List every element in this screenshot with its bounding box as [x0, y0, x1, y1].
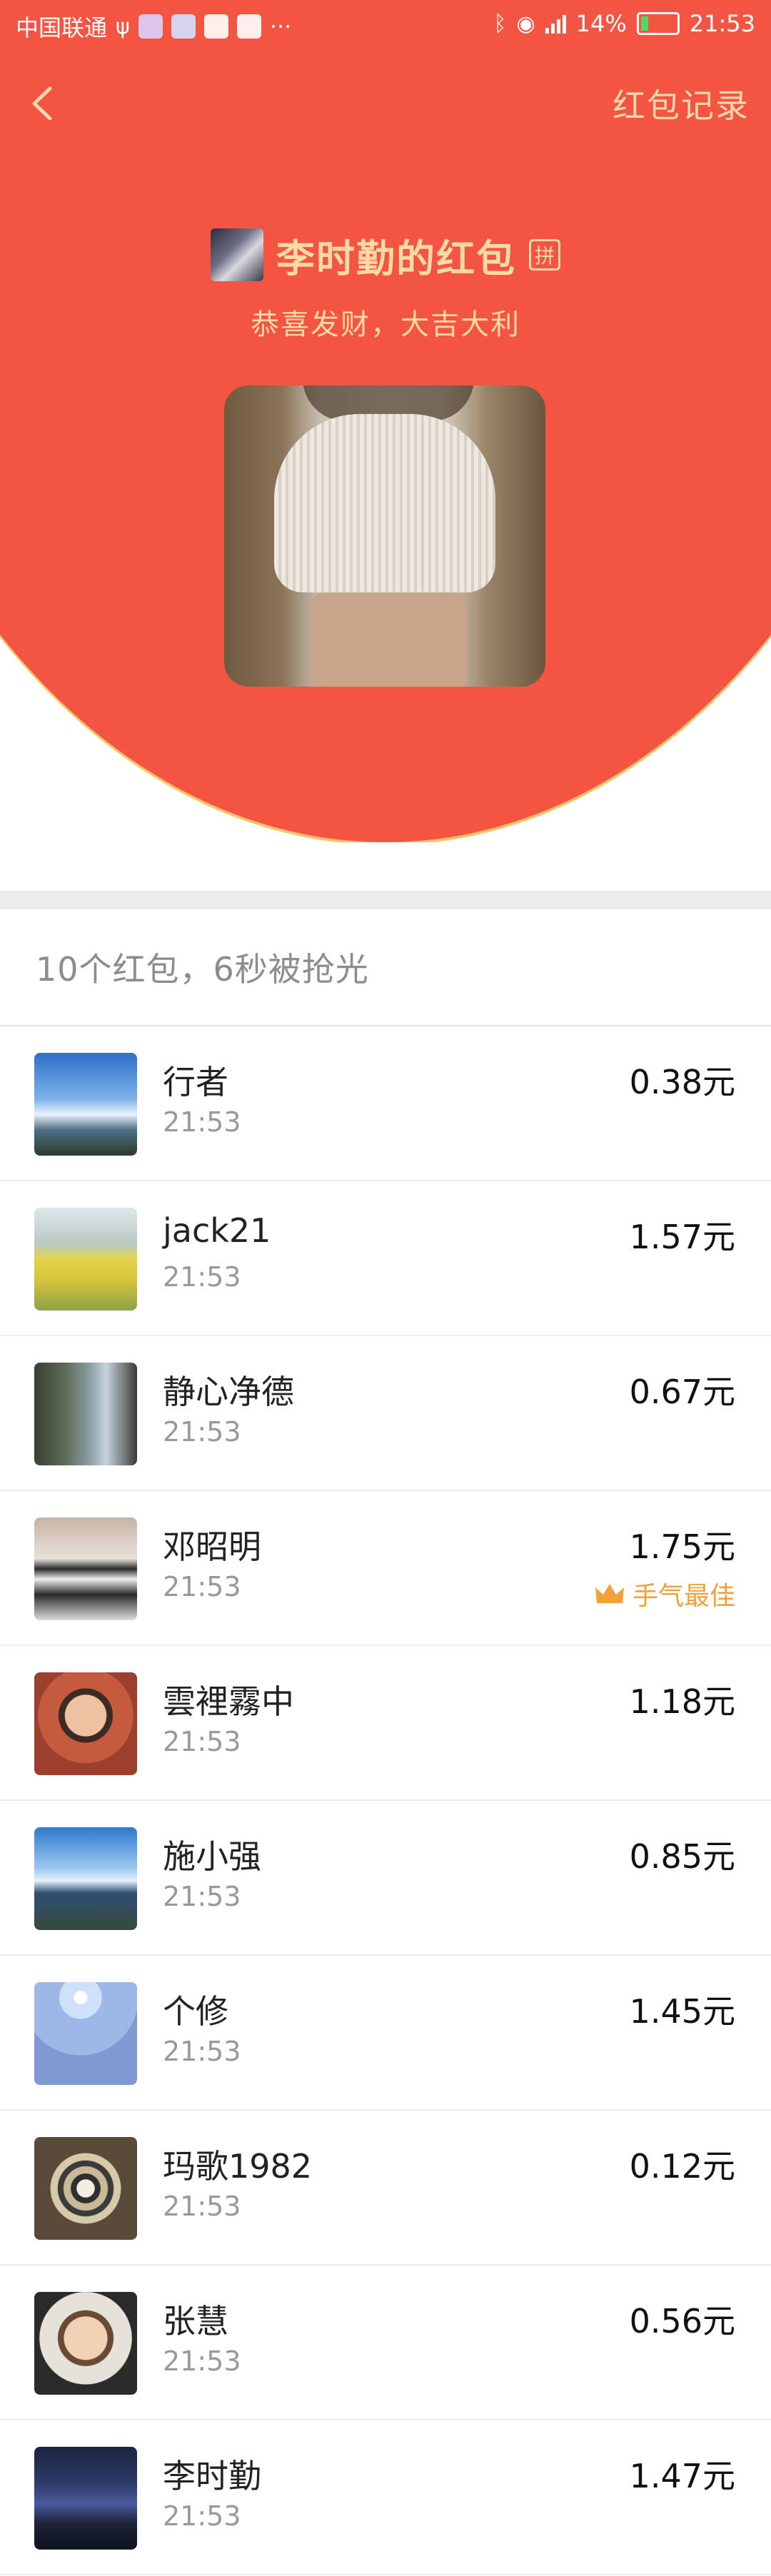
recipient-name: 李时勤 [163, 2457, 261, 2495]
avatar[interactable] [34, 1982, 137, 2085]
list-item[interactable]: jack21 21:53 1.57元 [0, 1181, 771, 1336]
red-packet-header: 中国联通 ψ ··· ᛒ ◉ 14% 21:53 红包记录 李时勤的红包 拼 恭 [0, 0, 771, 842]
list-item[interactable]: 静心净德 21:53 0.67元 [0, 1336, 771, 1491]
list-item[interactable]: 李时勤 21:53 1.47元 [0, 2420, 771, 2575]
grab-amount: 0.56元 [629, 2302, 735, 2340]
grab-amount: 1.75元 [629, 1527, 735, 1566]
usb-icon: ψ [116, 14, 130, 39]
list-item[interactable]: 玛歌1982 21:53 0.12元 [0, 2111, 771, 2266]
grab-time: 21:53 [163, 1881, 241, 1912]
more-notifications-icon: ··· [269, 13, 292, 40]
recipient-name: jack21 [163, 1211, 271, 1250]
list-item[interactable]: 张慧 21:53 0.56元 [0, 2266, 771, 2420]
grab-amount: 0.12元 [629, 2147, 735, 2186]
row-divider [0, 2574, 771, 2575]
grab-time: 21:53 [163, 2345, 241, 2377]
grab-time: 21:53 [163, 2036, 241, 2067]
battery-icon [636, 12, 680, 35]
carrier-label: 中国联通 [16, 14, 108, 41]
recipient-name: 雲裡霧中 [163, 1682, 294, 1721]
avatar[interactable] [34, 1208, 137, 1310]
red-packet-records-button[interactable]: 红包记录 [613, 80, 750, 127]
eye-comfort-icon: ◉ [516, 11, 535, 36]
sender-name: 李时勤的红包 [276, 236, 516, 281]
grab-amount: 0.85元 [629, 1837, 735, 1876]
grab-time: 21:53 [163, 2191, 241, 2222]
status-bar: 中国联通 ψ ··· ᛒ ◉ 14% 21:53 [0, 0, 771, 54]
list-item[interactable]: 邓昭明 21:53 1.75元 手气最佳 [0, 1491, 771, 1646]
chat-notification-icon [203, 14, 228, 39]
packet-summary: 10个红包，6秒被抢光 [36, 950, 369, 989]
browser-notification-icon [171, 14, 196, 39]
avatar[interactable] [34, 1827, 137, 1930]
avatar[interactable] [34, 1053, 137, 1156]
avatar[interactable] [34, 1363, 137, 1465]
avatar[interactable] [34, 2137, 137, 2240]
grab-amount: 1.18元 [629, 1682, 735, 1721]
best-luck-label: 手气最佳 [632, 1582, 735, 1611]
grab-amount: 0.38元 [629, 1063, 735, 1101]
red-packet-cover-image[interactable] [224, 385, 545, 687]
grab-time: 21:53 [163, 1571, 241, 1602]
signal-icon [545, 14, 566, 34]
sender-avatar[interactable] [211, 228, 263, 281]
grab-amount: 1.57元 [629, 1218, 735, 1256]
clock: 21:53 [689, 10, 755, 37]
recipient-name: 邓昭明 [163, 1527, 261, 1566]
recipient-name: 静心净德 [163, 1373, 294, 1411]
group-pin-badge: 拼 [529, 239, 560, 271]
status-left: 中国联通 ψ ··· [16, 10, 291, 43]
crown-icon [595, 1584, 624, 1603]
wish-message: 恭喜发财，大吉大利 [251, 308, 520, 341]
list-item[interactable]: 施小强 21:53 0.85元 [0, 1801, 771, 1956]
avatar[interactable] [34, 1672, 137, 1775]
recipient-name: 张慧 [163, 2302, 228, 2340]
grab-amount: 1.45元 [629, 1992, 735, 2031]
back-button[interactable] [21, 79, 64, 128]
grab-time: 21:53 [163, 1261, 241, 1293]
recipient-name: 玛歌1982 [163, 2147, 313, 2186]
battery-percent: 14% [575, 10, 627, 37]
bluetooth-icon: ᛒ [493, 11, 507, 36]
grab-amount: 0.67元 [629, 1373, 735, 1411]
best-luck-badge: 手气最佳 [594, 1575, 735, 1612]
list-item[interactable]: 行者 21:53 0.38元 [0, 1026, 771, 1181]
grab-time: 21:53 [163, 1726, 241, 1757]
recipient-name: 施小强 [163, 1837, 261, 1876]
avatar[interactable] [34, 2447, 137, 2550]
grab-time: 21:53 [163, 1416, 241, 1448]
grab-amount: 1.47元 [629, 2457, 735, 2495]
list-item[interactable]: 雲裡霧中 21:53 1.18元 [0, 1646, 771, 1801]
grab-time: 21:53 [163, 2500, 241, 2532]
recipient-list: 行者 21:53 0.38元 jack21 21:53 1.57元 静心净德 2… [0, 1026, 771, 2575]
sender-info: 李时勤的红包 拼 [0, 223, 771, 287]
chevron-left-icon [32, 86, 52, 121]
gallery-notification-icon [236, 14, 261, 39]
status-right: ᛒ ◉ 14% 21:53 [493, 10, 755, 37]
avatar[interactable] [34, 2292, 137, 2395]
section-divider [0, 891, 771, 909]
grab-time: 21:53 [163, 1106, 241, 1138]
avatar[interactable] [34, 1517, 137, 1620]
recipient-name: 行者 [163, 1063, 228, 1101]
list-item[interactable]: 个修 21:53 1.45元 [0, 1956, 771, 2111]
app-notification-icon [138, 14, 163, 39]
recipient-name: 个修 [163, 1992, 228, 2031]
